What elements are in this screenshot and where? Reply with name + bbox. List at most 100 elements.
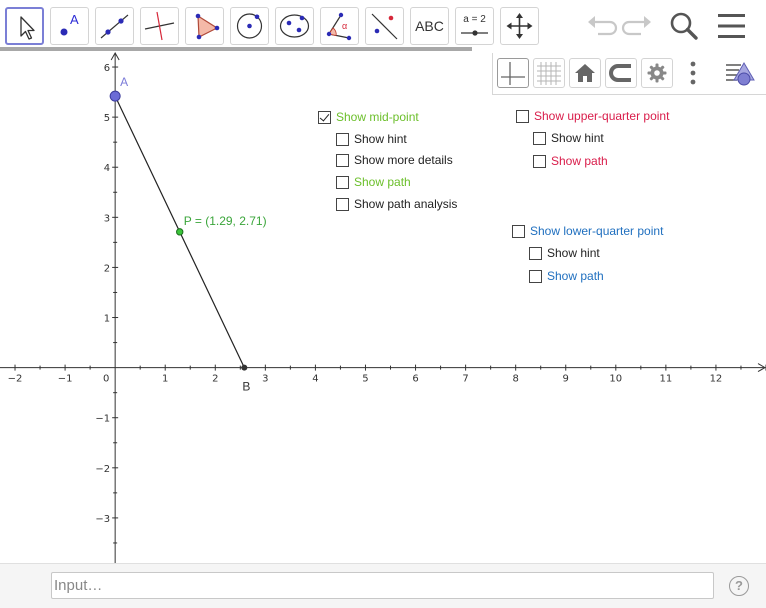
show-path-analysis-box[interactable] <box>336 197 349 211</box>
show-lower-quarter-point-checkbox[interactable]: Show lower-quarter point <box>512 223 663 239</box>
move-tool-button[interactable] <box>5 7 44 45</box>
circle-tool-button[interactable] <box>230 7 269 45</box>
toggle-axes-button[interactable] <box>497 58 529 88</box>
upper-show-hint-label: Show hint <box>551 131 604 145</box>
slider-tool-button[interactable]: a = 2 <box>455 7 494 45</box>
redo-button[interactable] <box>620 8 656 44</box>
x-tick-label: −1 <box>58 374 73 385</box>
geogebra-app: A α ABC a = 2 −2 −1 0 1 2 3 4 5 6 7 8 9 … <box>0 0 766 608</box>
point-b-label: B <box>242 380 250 394</box>
settings-icon <box>647 63 667 83</box>
perpendicular-line-icon <box>144 11 175 41</box>
ellipse-tool-button[interactable] <box>275 7 314 45</box>
style-bar-toggle-button[interactable] <box>723 58 759 88</box>
point-p-label: P = (1.29, 2.71) <box>184 214 267 228</box>
toggle-grid-button[interactable] <box>533 58 565 88</box>
x-tick-label: 12 <box>710 374 723 385</box>
x-tick-label: 4 <box>312 374 318 385</box>
point-capturing-button[interactable] <box>605 58 637 88</box>
y-tick-label: 1 <box>104 314 110 325</box>
mid-show-hint-box[interactable] <box>336 132 349 146</box>
toolbar-divider <box>0 47 472 51</box>
point-b[interactable] <box>241 364 248 371</box>
x-tick-label: 7 <box>462 374 468 385</box>
help-icon: ? <box>735 578 743 593</box>
angle-tool-button[interactable]: α <box>320 7 359 45</box>
upper-show-hint-box[interactable] <box>533 131 546 145</box>
slider-icon <box>461 30 488 36</box>
y-tick-label: −3 <box>95 514 110 525</box>
upper-show-hint-checkbox[interactable]: Show hint <box>533 130 604 146</box>
main-toolbar: A α ABC a = 2 <box>0 0 766 52</box>
show-more-details-box[interactable] <box>336 153 349 167</box>
polygon-tool-button[interactable] <box>185 7 224 45</box>
mid-show-path-label: Show path <box>354 175 411 189</box>
x-tick-label: 6 <box>412 374 418 385</box>
point-tool-button[interactable]: A <box>50 7 89 45</box>
home-icon <box>575 64 595 82</box>
axes-icon <box>501 62 525 85</box>
y-tick-label: 3 <box>104 213 110 224</box>
upper-show-path-label: Show path <box>551 154 608 168</box>
circle-center-point-icon <box>236 13 263 39</box>
angle-tool-label: α <box>342 21 348 31</box>
x-tick-label: 0 <box>103 374 109 385</box>
undo-button[interactable] <box>583 8 619 44</box>
point-a[interactable] <box>109 90 121 102</box>
lower-show-hint-checkbox[interactable]: Show hint <box>529 245 600 261</box>
mid-show-path-checkbox[interactable]: Show path <box>336 174 411 190</box>
cursor-arrow-icon <box>20 16 35 40</box>
show-upper-quarter-point-label: Show upper-quarter point <box>534 109 670 123</box>
main-menu-button[interactable] <box>714 8 750 44</box>
more-options-button[interactable] <box>679 58 707 88</box>
mid-point-checkbox-box[interactable] <box>318 110 331 124</box>
lower-show-path-checkbox[interactable]: Show path <box>529 268 604 284</box>
line-through-points-icon <box>100 14 129 39</box>
lower-show-path-label: Show path <box>547 269 604 283</box>
show-path-analysis-label: Show path analysis <box>354 197 458 211</box>
redo-icon <box>621 16 651 36</box>
move-graphics-tool-button[interactable] <box>500 7 539 45</box>
search-button[interactable] <box>666 8 702 44</box>
y-tick-label: −2 <box>95 464 110 475</box>
show-mid-point-checkbox[interactable]: Show mid-point <box>318 109 419 125</box>
lower-show-path-box[interactable] <box>529 269 542 283</box>
show-more-details-label: Show more details <box>354 153 453 167</box>
x-tick-label: 11 <box>660 374 673 385</box>
input-bar: ? <box>0 563 766 608</box>
point-p[interactable] <box>176 228 184 236</box>
perpendicular-line-tool-button[interactable] <box>140 7 179 45</box>
x-tick-label: −2 <box>8 374 23 385</box>
menu-icon <box>718 14 745 38</box>
lower-show-hint-box[interactable] <box>529 246 542 260</box>
lower-quarter-checkbox-box[interactable] <box>512 224 525 238</box>
x-tick-label: 3 <box>262 374 268 385</box>
graphics-view[interactable]: −2 −1 0 1 2 3 4 5 6 7 8 9 10 11 12 −3 −2 −1 1 2 3 4 5 6 ABP = (… <box>0 51 766 563</box>
reflect-tool-button[interactable] <box>365 7 404 45</box>
coordinate-plane[interactable]: −2 −1 0 1 2 3 4 5 6 7 8 9 10 11 12−3−2−1123456 ABP = (… <box>0 51 766 563</box>
lower-show-hint-label: Show hint <box>547 246 600 260</box>
show-path-analysis-checkbox[interactable]: Show path analysis <box>336 196 457 212</box>
text-tool-label: ABC <box>415 18 444 34</box>
mid-show-hint-checkbox[interactable]: Show hint <box>336 131 407 147</box>
show-mid-point-label: Show mid-point <box>336 110 419 124</box>
input-help-button[interactable]: ? <box>729 576 749 596</box>
search-icon <box>670 12 698 40</box>
show-more-details-checkbox[interactable]: Show more details <box>336 152 453 168</box>
line-tool-button[interactable] <box>95 7 134 45</box>
standard-view-button[interactable] <box>569 58 601 88</box>
x-tick-label: 10 <box>609 374 622 385</box>
show-upper-quarter-point-checkbox[interactable]: Show upper-quarter point <box>516 108 669 124</box>
more-vertical-icon <box>690 61 696 85</box>
y-tick-label: 5 <box>104 113 110 124</box>
show-lower-quarter-point-label: Show lower-quarter point <box>530 224 664 238</box>
mid-show-path-box[interactable] <box>336 175 349 189</box>
settings-button[interactable] <box>641 58 673 88</box>
upper-show-path-box[interactable] <box>533 154 546 168</box>
x-tick-label: 1 <box>162 374 168 385</box>
algebra-input-field[interactable] <box>51 572 714 599</box>
graphics-style-bar <box>492 53 766 95</box>
upper-quarter-checkbox-box[interactable] <box>516 109 529 123</box>
upper-show-path-checkbox[interactable]: Show path <box>533 153 608 169</box>
text-tool-button[interactable]: ABC <box>410 7 449 45</box>
